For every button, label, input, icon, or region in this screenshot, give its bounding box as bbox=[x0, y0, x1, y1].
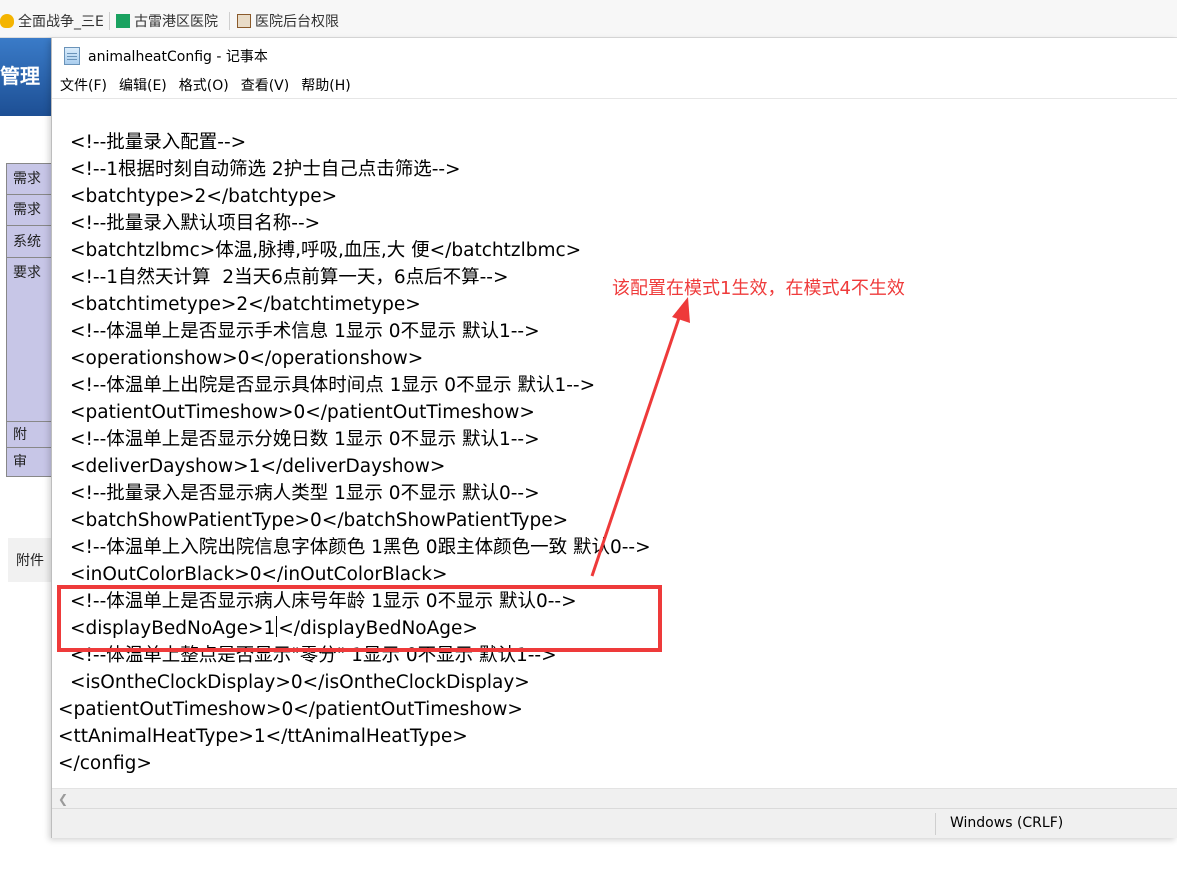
text-line: <batchShowPatientType>0</batchShowPatien… bbox=[70, 510, 569, 531]
text-line: <patientOutTimeshow>0</patientOutTimesho… bbox=[58, 699, 523, 720]
text-line: <operationshow>0</operationshow> bbox=[70, 348, 424, 369]
table-cell: 附 bbox=[7, 422, 57, 448]
bookmark-label: 古雷港区医院 bbox=[134, 14, 218, 30]
bookmarks-bar: 全面战争_三E 古雷港区医院 医院后台权限 bbox=[0, 0, 1177, 38]
status-bar: Windows (CRLF) bbox=[52, 808, 1177, 838]
text-line: <!--1自然天计算 2当天6点前算一天，6点后不算--> bbox=[70, 267, 509, 288]
background-banner: 管理 bbox=[0, 38, 55, 116]
highlight-box bbox=[57, 585, 662, 652]
attachment-label: 附件 bbox=[8, 538, 56, 582]
picture-icon bbox=[237, 14, 251, 28]
text-line: <!--1根据时刻自动筛选 2护士自己点击筛选--> bbox=[70, 159, 461, 180]
text-line: <!--体温单上是否显示手术信息 1显示 0不显示 默认1--> bbox=[70, 321, 540, 342]
text-line: <!--体温单上是否显示分娩日数 1显示 0不显示 默认1--> bbox=[70, 429, 540, 450]
text-line: <inOutColorBlack>0</inOutColorBlack> bbox=[70, 564, 448, 585]
bookmark-label: 全面战争_三E bbox=[18, 14, 104, 30]
bookmark-3[interactable]: 医院后台权限 bbox=[237, 11, 353, 31]
window-title: animalheatConfig - 记事本 bbox=[88, 49, 268, 65]
bookmark-1[interactable]: 全面战争_三E bbox=[0, 11, 108, 31]
table-cell: 需求 bbox=[7, 164, 57, 195]
bookmark-separator bbox=[109, 12, 110, 30]
text-line: </config> bbox=[58, 753, 152, 774]
text-line: <deliverDayshow>1</deliverDayshow> bbox=[70, 456, 446, 477]
menu-view[interactable]: 查看(V) bbox=[235, 74, 296, 98]
notepad-icon bbox=[64, 47, 80, 65]
text-line: <isOntheClockDisplay>0</isOntheClockDisp… bbox=[70, 672, 530, 693]
text-line: <batchtype>2</batchtype> bbox=[70, 186, 338, 207]
table-cell: 需求 bbox=[7, 195, 57, 226]
sheet-icon bbox=[116, 14, 130, 28]
bulb-icon bbox=[0, 14, 14, 28]
table-cell: 系统 bbox=[7, 226, 57, 258]
text-line: <!--体温单上出院是否显示具体时间点 1显示 0不显示 默认1--> bbox=[70, 375, 596, 396]
text-editor[interactable]: <!--批量录入配置--> <!--1根据时刻自动筛选 2护士自己点击筛选-->… bbox=[52, 98, 1177, 788]
title-bar[interactable]: animalheatConfig - 记事本 bbox=[52, 38, 1177, 74]
text-line: <!--体温单上入院出院信息字体颜色 1黑色 0跟主体颜色一致 默认0--> bbox=[70, 537, 651, 558]
line-ending-status: Windows (CRLF) bbox=[950, 815, 1064, 831]
text-line: <batchtimetype>2</batchtimetype> bbox=[70, 294, 421, 315]
text-line: <!--批量录入是否显示病人类型 1显示 0不显示 默认0--> bbox=[70, 483, 540, 504]
text-line: <!--批量录入默认项目名称--> bbox=[70, 213, 321, 234]
banner-text: 管理 bbox=[0, 64, 40, 88]
notepad-window: animalheatConfig - 记事本 文件(F) 编辑(E) 格式(O)… bbox=[51, 38, 1177, 838]
menu-help[interactable]: 帮助(H) bbox=[295, 74, 356, 98]
menu-format[interactable]: 格式(O) bbox=[173, 74, 235, 98]
horizontal-scrollbar[interactable]: ❮ bbox=[52, 788, 1177, 808]
menu-bar: 文件(F) 编辑(E) 格式(O) 查看(V) 帮助(H) bbox=[52, 74, 1177, 98]
text-line: <ttAnimalHeatType>1</ttAnimalHeatType> bbox=[58, 726, 468, 747]
table-cell: 审 bbox=[7, 448, 57, 476]
menu-edit[interactable]: 编辑(E) bbox=[113, 74, 173, 98]
text-line: <patientOutTimeshow>0</patientOutTimesho… bbox=[70, 402, 535, 423]
text-line: <batchtzlbmc>体温,脉搏,呼吸,血压,大 便</batchtzlbm… bbox=[70, 240, 582, 261]
scroll-left-icon[interactable]: ❮ bbox=[58, 792, 68, 806]
bookmark-2[interactable]: 古雷港区医院 bbox=[116, 11, 226, 31]
status-separator bbox=[935, 813, 936, 835]
table-cell: 要求 bbox=[7, 258, 57, 422]
menu-file[interactable]: 文件(F) bbox=[54, 74, 113, 98]
bookmark-label: 医院后台权限 bbox=[255, 14, 339, 30]
annotation-text: 该配置在模式1生效，在模式4不生效 bbox=[612, 278, 905, 299]
bookmark-separator bbox=[229, 12, 230, 30]
background-table: 需求 需求 系统 要求 附 审 bbox=[6, 163, 57, 477]
text-line: <!--批量录入配置--> bbox=[70, 132, 247, 153]
